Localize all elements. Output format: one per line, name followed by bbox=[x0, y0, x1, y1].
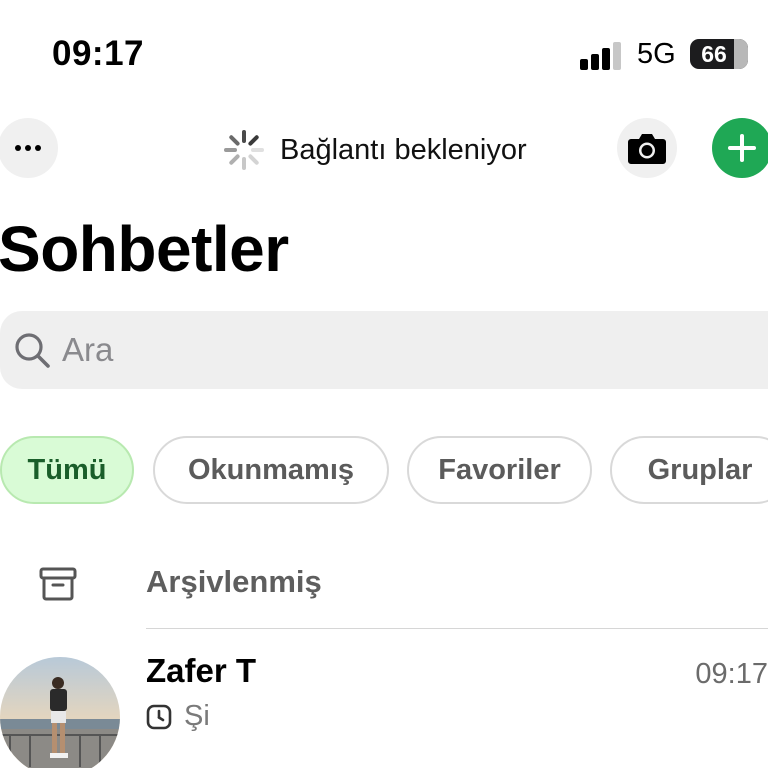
archived-row[interactable]: Arşivlenmiş bbox=[0, 550, 768, 620]
search-bar[interactable] bbox=[0, 311, 768, 389]
connection-status: Bağlantı bekleniyor bbox=[222, 128, 527, 172]
archived-label: Arşivlenmiş bbox=[146, 564, 322, 599]
chat-time: 09:17 bbox=[695, 658, 768, 690]
camera-button[interactable] bbox=[617, 118, 677, 178]
search-icon bbox=[15, 333, 50, 368]
filter-chip-groups[interactable]: Gruplar bbox=[610, 436, 768, 504]
filter-chip-favorites[interactable]: Favoriler bbox=[407, 436, 592, 504]
chat-name: Zafer T bbox=[146, 652, 257, 689]
connection-status-text: Bağlantı bekleniyor bbox=[280, 133, 527, 166]
divider bbox=[146, 628, 768, 629]
more-options-button[interactable] bbox=[0, 118, 58, 178]
plus-icon bbox=[728, 134, 756, 162]
chat-list-item[interactable]: Zafer T 09:17 Şi bbox=[0, 640, 768, 768]
camera-icon bbox=[628, 134, 666, 164]
network-type: 5G bbox=[637, 38, 676, 70]
page-title: Sohbetler bbox=[0, 213, 289, 285]
cellular-signal-icon bbox=[580, 40, 624, 70]
archive-icon bbox=[39, 567, 77, 601]
spinner-icon bbox=[224, 130, 264, 170]
filter-chip-all[interactable]: Tümü bbox=[0, 436, 134, 504]
search-input[interactable] bbox=[62, 331, 662, 369]
ellipsis-icon bbox=[15, 145, 21, 151]
new-chat-button[interactable] bbox=[712, 118, 768, 178]
battery-icon: 66 bbox=[690, 39, 748, 69]
battery-level: 66 bbox=[701, 41, 727, 67]
avatar bbox=[0, 657, 120, 768]
status-time: 09:17 bbox=[52, 34, 145, 73]
chat-preview: Şi bbox=[184, 700, 210, 732]
filter-chip-unread[interactable]: Okunmamış bbox=[153, 436, 389, 504]
clock-icon bbox=[146, 704, 172, 730]
